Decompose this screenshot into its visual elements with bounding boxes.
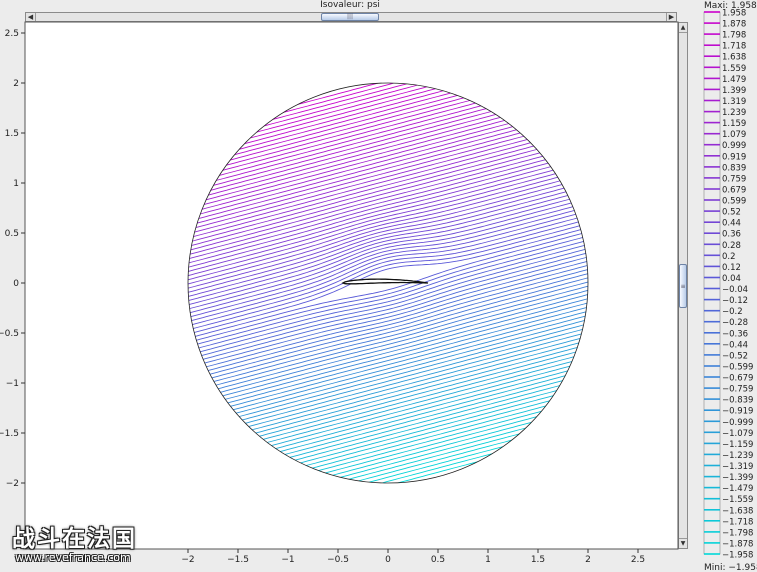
legend-level-label: −0.759 — [722, 385, 753, 395]
legend-level-label: 1.159 — [722, 119, 746, 129]
legend-level-label: −1.798 — [722, 528, 753, 538]
legend-level-label: −0.599 — [722, 363, 753, 373]
legend-level-label: −1.399 — [722, 473, 753, 483]
legend-level-label: 0.12 — [722, 263, 741, 273]
legend-level-label: 0.999 — [722, 141, 746, 151]
legend-level-label: 0.759 — [722, 174, 746, 184]
legend-level-label: −1.878 — [722, 539, 753, 549]
legend-level-label: 0.52 — [722, 208, 741, 218]
legend-level-label: 0.36 — [722, 230, 741, 240]
legend-level-label: 1.399 — [722, 86, 746, 96]
legend-level-label: 1.479 — [722, 75, 746, 85]
legend-levels: 1.9581.8781.7981.7181.6381.5591.4791.399… — [703, 9, 753, 561]
legend-level-label: −1.239 — [722, 451, 753, 461]
legend-frame — [703, 11, 721, 555]
legend-level-label: 0.44 — [722, 219, 741, 229]
legend-level-label: −0.999 — [722, 418, 753, 428]
legend-level-label: −1.079 — [722, 429, 753, 439]
watermark-text: 战斗在法国 — [12, 526, 137, 552]
watermark: 战斗在法国 www.revefrance.com — [12, 519, 137, 564]
legend-level-label: 1.958 — [722, 9, 746, 19]
legend-level-label: 1.559 — [722, 64, 746, 74]
legend-level-label: 0.679 — [722, 186, 746, 196]
legend-level-label: −0.679 — [722, 374, 753, 384]
legend-level-label: −0.2 — [722, 307, 743, 317]
legend-level-label: 1.319 — [722, 97, 746, 107]
legend-level-label: 0.04 — [722, 274, 741, 284]
legend-level-label: −0.839 — [722, 396, 753, 406]
legend-level-label: 1.239 — [722, 108, 746, 118]
legend-level-label: −1.718 — [722, 517, 753, 527]
legend-level-label: −1.958 — [722, 551, 753, 561]
legend-level-label: −0.28 — [722, 318, 748, 328]
legend-level-label: 1.079 — [722, 130, 746, 140]
legend-level-label: 0.2 — [722, 252, 736, 262]
legend-level-label: −0.04 — [722, 285, 748, 295]
legend-level-label: 0.919 — [722, 152, 746, 162]
color-legend: Maxi: 1.958 1.9581.8781.7981.7181.6381.5… — [703, 1, 757, 572]
legend-level-label: 0.839 — [722, 163, 746, 173]
legend-level-label: −1.319 — [722, 462, 753, 472]
legend-level-label: −0.52 — [722, 351, 748, 361]
legend-level-label: −1.159 — [722, 440, 753, 450]
legend-level-label: 0.599 — [722, 197, 746, 207]
legend-level-label: −1.638 — [722, 506, 753, 516]
legend-level-label: −0.44 — [722, 340, 748, 350]
legend-level-label: −1.559 — [722, 495, 753, 505]
legend-level-label: −0.12 — [722, 296, 748, 306]
legend-level-label: 0.28 — [722, 241, 741, 251]
legend-level-label: −1.479 — [722, 484, 753, 494]
legend-level-label: 1.718 — [722, 42, 746, 52]
watermark-url: www.revefrance.com — [15, 551, 131, 564]
legend-level-label: 1.798 — [722, 31, 746, 41]
legend-min-label: Mini: −1.958 — [704, 563, 757, 572]
legend-level-label: 1.878 — [722, 20, 746, 30]
legend-level-label: −0.36 — [722, 329, 748, 339]
legend-level-label: 1.638 — [722, 53, 746, 63]
legend-level-label: −0.919 — [722, 407, 753, 417]
